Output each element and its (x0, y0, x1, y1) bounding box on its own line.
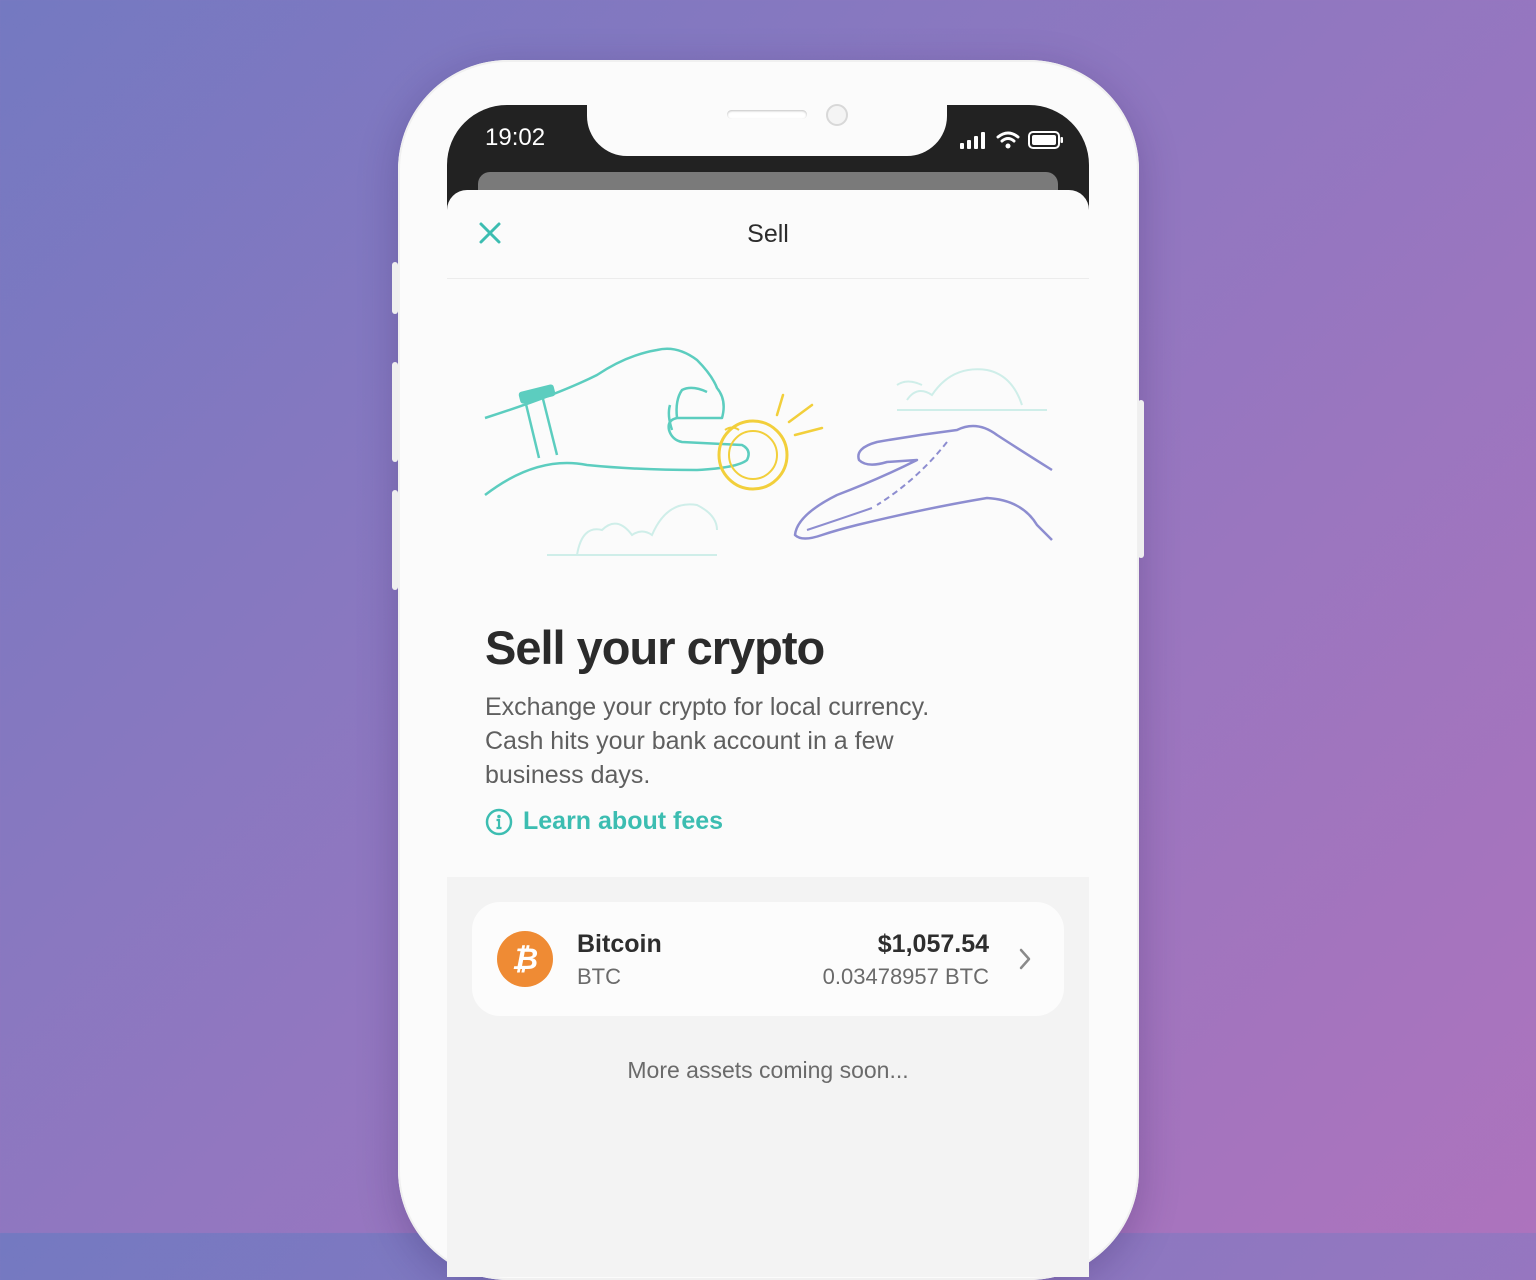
mute-switch (392, 262, 398, 314)
power-button (1138, 400, 1144, 558)
front-camera (826, 104, 848, 126)
headline: Sell your crypto (485, 621, 825, 674)
description-line: Cash hits your bank account in a few (485, 727, 894, 755)
chevron-right-icon (1019, 948, 1031, 970)
speaker (727, 110, 807, 119)
asset-name: Bitcoin (577, 930, 662, 958)
nav-header: Sell (447, 190, 1089, 279)
svg-text:₿: ₿ (512, 942, 538, 977)
signal-icon (960, 132, 985, 149)
asset-ticker: BTC (577, 964, 621, 989)
bitcoin-icon: ₿ (497, 931, 553, 987)
learn-about-fees-link[interactable]: Learn about fees (485, 807, 723, 836)
status-icons (960, 128, 1064, 152)
description-line: business days. (485, 761, 651, 789)
asset-row-bitcoin[interactable]: ₿ Bitcoin BTC $1,057.54 0.03478957 BTC (472, 902, 1064, 1016)
description-line: Exchange your crypto for local currency. (485, 693, 930, 721)
status-time: 19:02 (485, 124, 546, 151)
battery-icon (1028, 131, 1063, 149)
info-icon (485, 808, 513, 835)
wifi-icon (996, 131, 1020, 149)
sell-illustration (484, 347, 1053, 556)
asset-crypto-amount: 0.03478957 BTC (822, 964, 989, 989)
sell-sheet: Sell Sell your crypto Exchange your cryp… (447, 190, 1089, 1277)
notch (587, 100, 947, 156)
assets-list: ₿ Bitcoin BTC $1,057.54 0.03478957 BTC M… (447, 877, 1089, 1277)
description: Exchange your crypto for local currency.… (485, 690, 1025, 792)
learn-about-fees-label: Learn about fees (523, 807, 724, 835)
volume-up-button (392, 362, 398, 462)
asset-fiat-value: $1,057.54 (877, 930, 989, 958)
more-assets-note: More assets coming soon... (627, 1057, 909, 1083)
volume-down-button (392, 490, 398, 590)
page-title: Sell (747, 220, 789, 248)
